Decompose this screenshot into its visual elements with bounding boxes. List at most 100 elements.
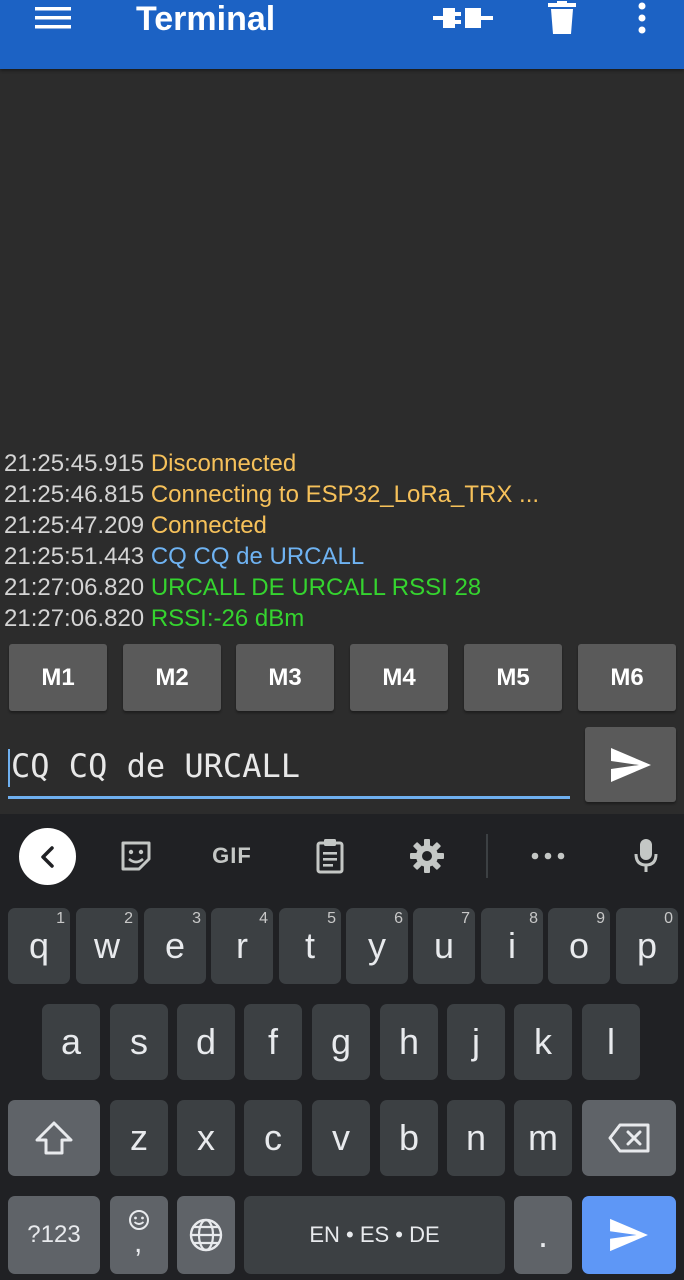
key-k[interactable]: k	[514, 1004, 572, 1080]
key-label: h	[398, 1021, 420, 1062]
more-vert-icon[interactable]	[628, 0, 656, 36]
key-label: c	[264, 1117, 282, 1158]
terminal-line-text: URCALL DE URCALL RSSI 28	[150, 574, 482, 601]
key-o[interactable]: o9	[548, 908, 610, 984]
key-q[interactable]: q1	[8, 908, 70, 984]
key-m[interactable]: m	[514, 1100, 572, 1176]
key-e[interactable]: e3	[144, 908, 206, 984]
terminal-line-text: CQ CQ de URCALL	[150, 543, 365, 570]
key-hint: 8	[529, 910, 538, 927]
key-c[interactable]: c	[244, 1100, 302, 1176]
backspace-icon	[608, 1123, 650, 1153]
shift-icon	[35, 1121, 73, 1155]
key-label: q	[28, 925, 50, 966]
microphone-icon[interactable]	[630, 828, 662, 884]
key-i[interactable]: i8	[481, 908, 543, 984]
gif-button[interactable]: GIF	[206, 828, 258, 884]
key-f[interactable]: f	[244, 1004, 302, 1080]
send-button[interactable]	[585, 727, 676, 802]
input-row: CQ CQ de URCALL	[0, 718, 684, 814]
key-hint: 1	[56, 910, 65, 927]
key-r[interactable]: r4	[211, 908, 273, 984]
keyboard-toolbar: GIF	[0, 814, 684, 900]
terminal-line-timestamp: 21:27:06.820	[4, 605, 145, 632]
enter-key[interactable]	[582, 1196, 676, 1274]
key-l[interactable]: l	[582, 1004, 640, 1080]
key-g[interactable]: g	[312, 1004, 370, 1080]
trash-icon[interactable]	[544, 0, 580, 36]
key-hint: 3	[192, 910, 201, 927]
key-z[interactable]: z	[110, 1100, 168, 1176]
macro-button-m1[interactable]: M1	[9, 644, 107, 711]
settings-gear-icon[interactable]	[408, 828, 446, 884]
key-label: k	[534, 1021, 552, 1062]
key-hint: 9	[596, 910, 605, 927]
terminal-line-text: Connected	[150, 512, 267, 539]
key-label: w	[94, 925, 120, 966]
key-label: EN • ES • DE	[309, 1222, 440, 1247]
terminal-line: 21:27:06.820 URCALL DE URCALL RSSI 28	[4, 572, 680, 603]
key-s[interactable]: s	[110, 1004, 168, 1080]
key-h[interactable]: h	[380, 1004, 438, 1080]
backspace-key[interactable]	[582, 1100, 676, 1176]
macro-button-m6[interactable]: M6	[578, 644, 676, 711]
clipboard-icon[interactable]	[312, 828, 348, 884]
key-a[interactable]: a	[42, 1004, 100, 1080]
key-label: g	[330, 1021, 352, 1062]
plug-connect-icon[interactable]	[430, 0, 496, 36]
key-d[interactable]: d	[177, 1004, 235, 1080]
soft-keyboard: GIF q1w2e3r4t5y6u7i8o9p0asdfghjklzxcvbnm…	[0, 814, 684, 1280]
command-input[interactable]: CQ CQ de URCALL	[8, 740, 570, 799]
terminal-output[interactable]: 21:25:45.915 Disconnected 21:25:46.815 Co…	[0, 69, 684, 636]
terminal-line: 21:25:45.915 Disconnected	[4, 448, 680, 479]
key-hint: 7	[461, 910, 470, 927]
key-label: d	[195, 1021, 217, 1062]
key-label: o	[568, 925, 590, 966]
back-chevron-icon[interactable]	[19, 828, 76, 885]
sticker-icon[interactable]	[116, 828, 156, 884]
app-title: Terminal	[136, 0, 276, 38]
key-label: l	[607, 1021, 615, 1062]
key-b[interactable]: b	[380, 1100, 438, 1176]
macro-bar: M1 M2 M3 M4 M5 M6	[0, 636, 684, 718]
key-p[interactable]: p0	[616, 908, 678, 984]
period-key[interactable]: .	[514, 1196, 572, 1274]
key-label: f	[267, 1021, 278, 1062]
key-w[interactable]: w2	[76, 908, 138, 984]
key-label: x	[197, 1117, 215, 1158]
symbols-key[interactable]: ?123	[8, 1196, 100, 1274]
key-label: t	[304, 925, 315, 966]
text-caret	[8, 749, 10, 787]
hamburger-menu-icon[interactable]	[34, 0, 72, 36]
macro-button-m4[interactable]: M4	[350, 644, 448, 711]
key-label: u	[433, 925, 455, 966]
terminal-line-text: Connecting to ESP32_LoRa_TRX ...	[150, 481, 540, 508]
comma-emoji-key[interactable]: ,	[110, 1196, 168, 1274]
globe-key[interactable]	[177, 1196, 235, 1274]
key-n[interactable]: n	[447, 1100, 505, 1176]
terminal-line: 21:27:06.820 RSSI:-26 dBm	[4, 603, 680, 634]
key-label: p	[636, 925, 658, 966]
key-v[interactable]: v	[312, 1100, 370, 1176]
space-key[interactable]: EN • ES • DE	[244, 1196, 505, 1274]
more-horiz-icon[interactable]	[530, 828, 566, 884]
key-x[interactable]: x	[177, 1100, 235, 1176]
macro-button-m5[interactable]: M5	[464, 644, 562, 711]
terminal-line: 21:25:46.815 Connecting to ESP32_LoRa_TR…	[4, 479, 680, 510]
terminal-line-timestamp: 21:25:47.209	[4, 512, 145, 539]
key-j[interactable]: j	[447, 1004, 505, 1080]
toolbar-divider	[486, 834, 488, 878]
macro-button-m3[interactable]: M3	[236, 644, 334, 711]
key-u[interactable]: u7	[413, 908, 475, 984]
key-label: m	[528, 1117, 558, 1158]
macro-button-m2[interactable]: M2	[123, 644, 221, 711]
key-label: y	[368, 925, 386, 966]
shift-key[interactable]	[8, 1100, 100, 1176]
key-t[interactable]: t5	[279, 908, 341, 984]
terminal-lines: 21:25:45.915 Disconnected 21:25:46.815 Co…	[4, 448, 680, 634]
key-y[interactable]: y6	[346, 908, 408, 984]
key-hint: 0	[664, 910, 673, 927]
key-label: a	[60, 1021, 82, 1062]
send-icon	[610, 747, 651, 782]
key-label: ?123	[27, 1221, 81, 1248]
